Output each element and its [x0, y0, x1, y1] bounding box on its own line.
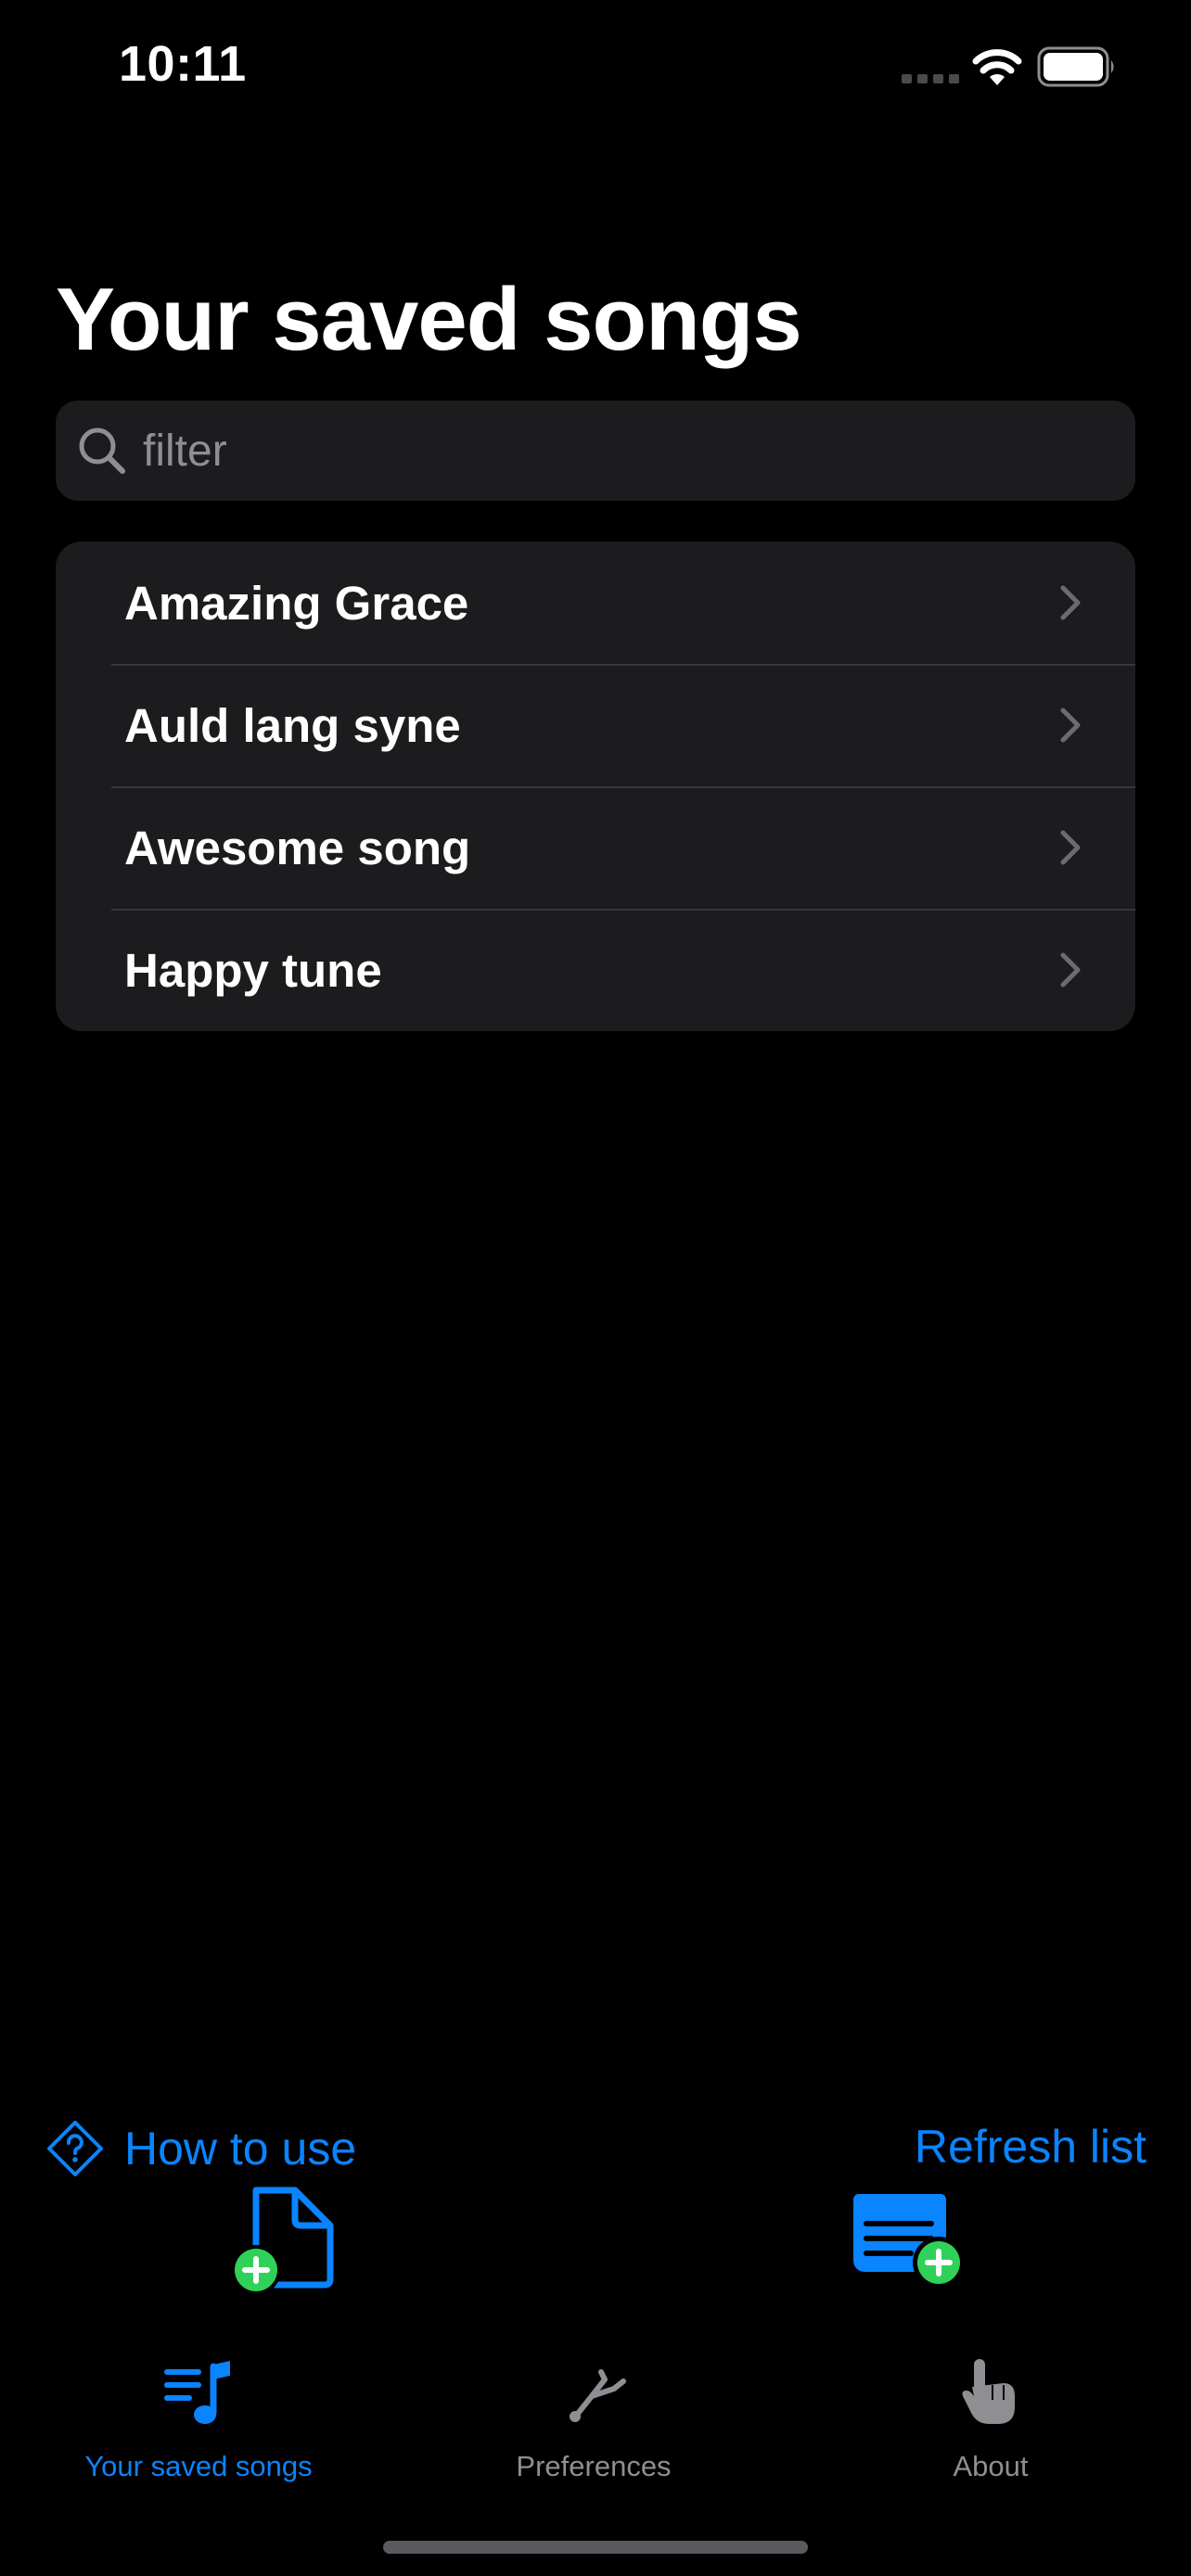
song-title: Happy tune	[124, 943, 382, 997]
song-row[interactable]: Awesome song	[56, 786, 1135, 909]
music-list-icon	[164, 2361, 230, 2424]
tuning-fork-icon	[570, 2369, 626, 2422]
chevron-right-icon	[1060, 708, 1081, 743]
tab-label: About	[953, 2450, 1029, 2482]
add-song-file-button[interactable]	[228, 2185, 336, 2292]
search-input[interactable]	[141, 424, 1135, 478]
song-row[interactable]: Happy tune	[56, 909, 1135, 1031]
how-to-use-label: How to use	[124, 2123, 357, 2174]
question-diamond-icon	[47, 2121, 103, 2176]
song-list: Amazing Grace Auld lang syne Awesome son…	[56, 542, 1135, 1031]
search-icon	[79, 427, 125, 474]
tab-bar: Your saved songs Preferences About	[0, 2337, 1191, 2504]
song-title: Awesome song	[124, 821, 471, 874]
tab-label: Your saved songs	[84, 2450, 313, 2482]
search-bar[interactable]	[56, 401, 1135, 501]
hand-point-icon	[962, 2359, 1015, 2424]
chevron-right-icon	[1060, 585, 1081, 620]
cellular-signal-icon	[902, 74, 959, 83]
page-title: Your saved songs	[56, 270, 802, 369]
tab-preferences[interactable]: Preferences	[399, 2337, 788, 2483]
refresh-list-link[interactable]: Refresh list	[915, 2120, 1146, 2174]
tab-your-saved-songs[interactable]: Your saved songs	[4, 2337, 393, 2483]
song-row[interactable]: Auld lang syne	[56, 664, 1135, 786]
song-title: Auld lang syne	[124, 698, 461, 752]
chevron-right-icon	[1060, 830, 1081, 865]
status-bar: 10:11	[0, 0, 1191, 130]
add-song-list-button[interactable]	[850, 2190, 968, 2290]
song-title: Amazing Grace	[124, 576, 469, 630]
battery-icon	[1037, 46, 1114, 87]
home-indicator	[383, 2541, 808, 2554]
song-row[interactable]: Amazing Grace	[56, 542, 1135, 664]
tab-label: Preferences	[516, 2450, 672, 2482]
status-time: 10:11	[119, 36, 247, 92]
wifi-icon	[972, 49, 1022, 85]
how-to-use-link[interactable]: How to use	[46, 2120, 356, 2177]
tab-about[interactable]: About	[796, 2337, 1185, 2483]
chevron-right-icon	[1060, 952, 1081, 988]
